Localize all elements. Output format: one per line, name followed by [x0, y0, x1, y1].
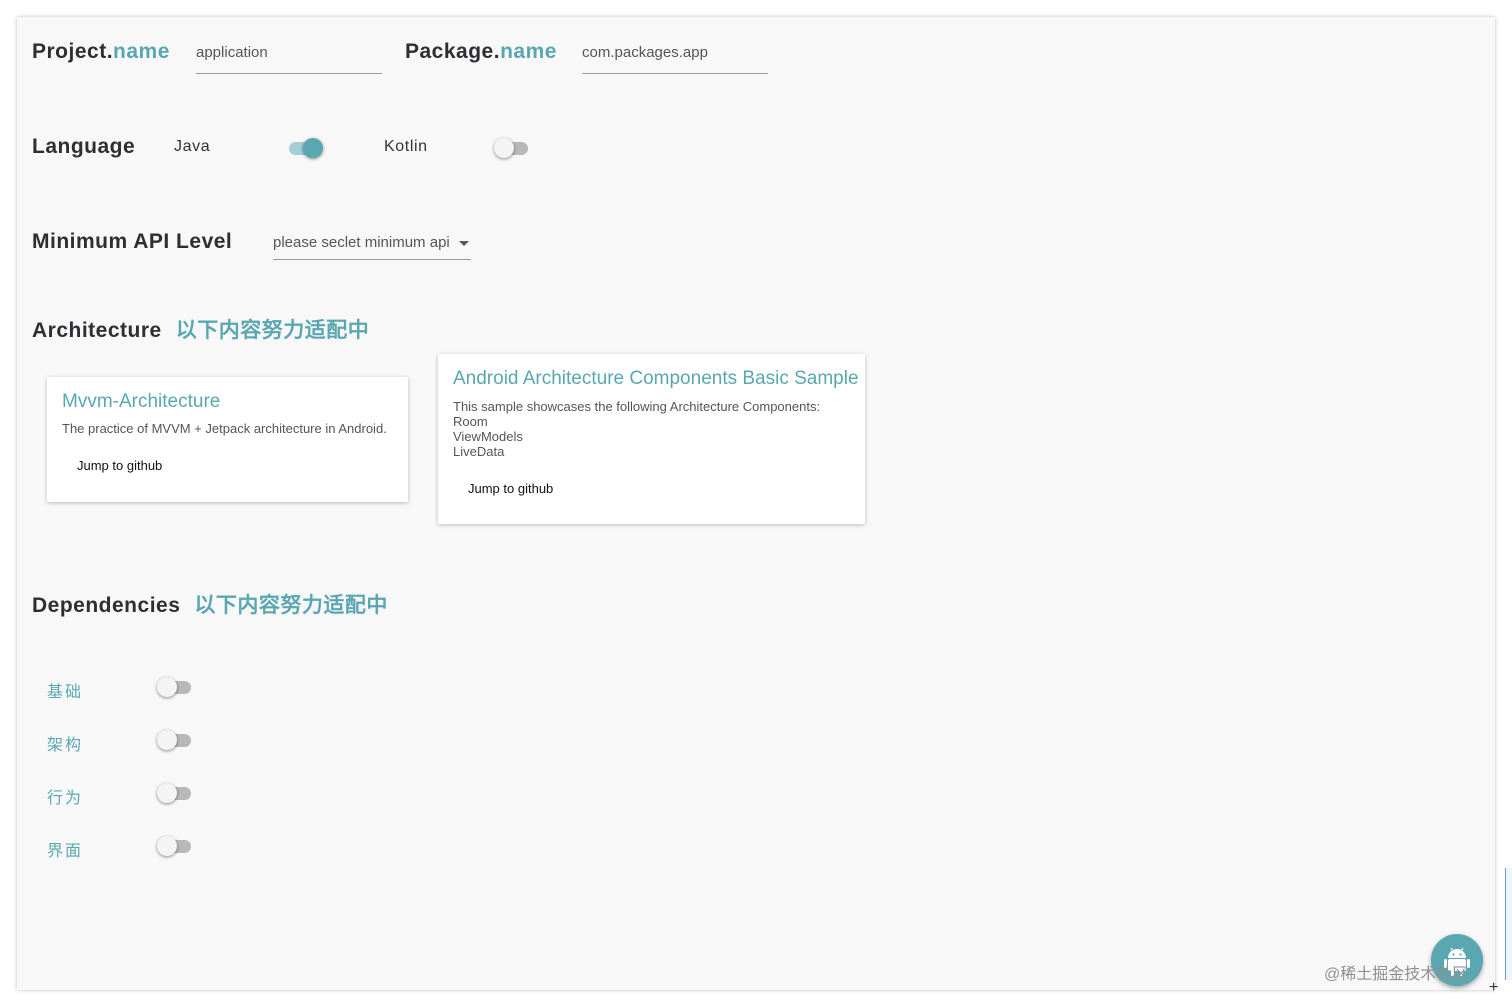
dependency-switch-architecture[interactable]	[157, 729, 193, 751]
card-title: Mvvm-Architecture	[62, 391, 221, 412]
package-name-value: com.packages.app	[582, 44, 708, 61]
dependencies-note: 以下内容努力适配中	[194, 594, 388, 617]
crosshair-icon: +	[1489, 979, 1499, 996]
dependencies-label: Dependencies	[32, 594, 181, 617]
jump-to-github-button[interactable]: Jump to github	[468, 481, 553, 496]
java-switch[interactable]	[287, 137, 323, 159]
switch-thumb	[157, 783, 177, 803]
watermark-text: @稀土掘金技术社区	[1324, 966, 1469, 983]
card-description-line: LiveData	[453, 444, 505, 459]
project-name-label: Project.name	[32, 40, 170, 63]
dependency-label-basics: 基础	[47, 684, 84, 701]
jump-to-github-button[interactable]: Jump to github	[77, 458, 162, 473]
dependency-switch-ui[interactable]	[157, 835, 193, 857]
kotlin-label: Kotlin	[384, 138, 428, 155]
project-name-value: application	[196, 44, 268, 61]
package-name-input[interactable]: com.packages.app	[582, 44, 768, 74]
switch-thumb	[157, 836, 177, 856]
dependency-switch-basics[interactable]	[157, 676, 193, 698]
dependency-label-behavior: 行为	[47, 790, 84, 807]
package-name-label: Package.name	[405, 40, 557, 63]
card-description-line: ViewModels	[453, 429, 523, 444]
dependency-label-architecture: 架构	[47, 737, 84, 754]
switch-thumb	[303, 138, 323, 158]
language-label: Language	[32, 135, 136, 158]
dependency-switch-behavior[interactable]	[157, 782, 193, 804]
project-name-input[interactable]: application	[196, 44, 382, 74]
architecture-card: Mvvm-Architecture The practice of MVVM +…	[47, 377, 408, 502]
card-title: Android Architecture Components Basic Sa…	[453, 368, 859, 389]
switch-thumb	[157, 677, 177, 697]
card-description: The practice of MVVM + Jetpack architect…	[62, 421, 387, 436]
card-description-line: This sample showcases the following Arch…	[453, 399, 821, 414]
dropdown-caret-icon	[458, 240, 469, 246]
dependencies-heading: Dependencies 以下内容努力适配中	[32, 589, 388, 619]
switch-thumb	[494, 138, 514, 158]
switch-thumb	[157, 730, 177, 750]
kotlin-switch[interactable]	[494, 137, 530, 159]
window-edge-artifact	[1505, 868, 1512, 980]
architecture-card: Android Architecture Components Basic Sa…	[438, 354, 865, 524]
architecture-note: 以下内容努力适配中	[175, 319, 370, 342]
architecture-label: Architecture	[32, 319, 162, 342]
card-description-line: Room	[453, 414, 488, 429]
min-api-label: Minimum API Level	[32, 230, 233, 253]
dependency-label-ui: 界面	[47, 843, 84, 860]
java-label: Java	[174, 138, 211, 155]
min-api-placeholder: please seclet minimum api	[273, 234, 450, 251]
architecture-heading: Architecture 以下内容努力适配中	[32, 314, 369, 344]
min-api-select[interactable]: please seclet minimum api	[273, 234, 471, 260]
